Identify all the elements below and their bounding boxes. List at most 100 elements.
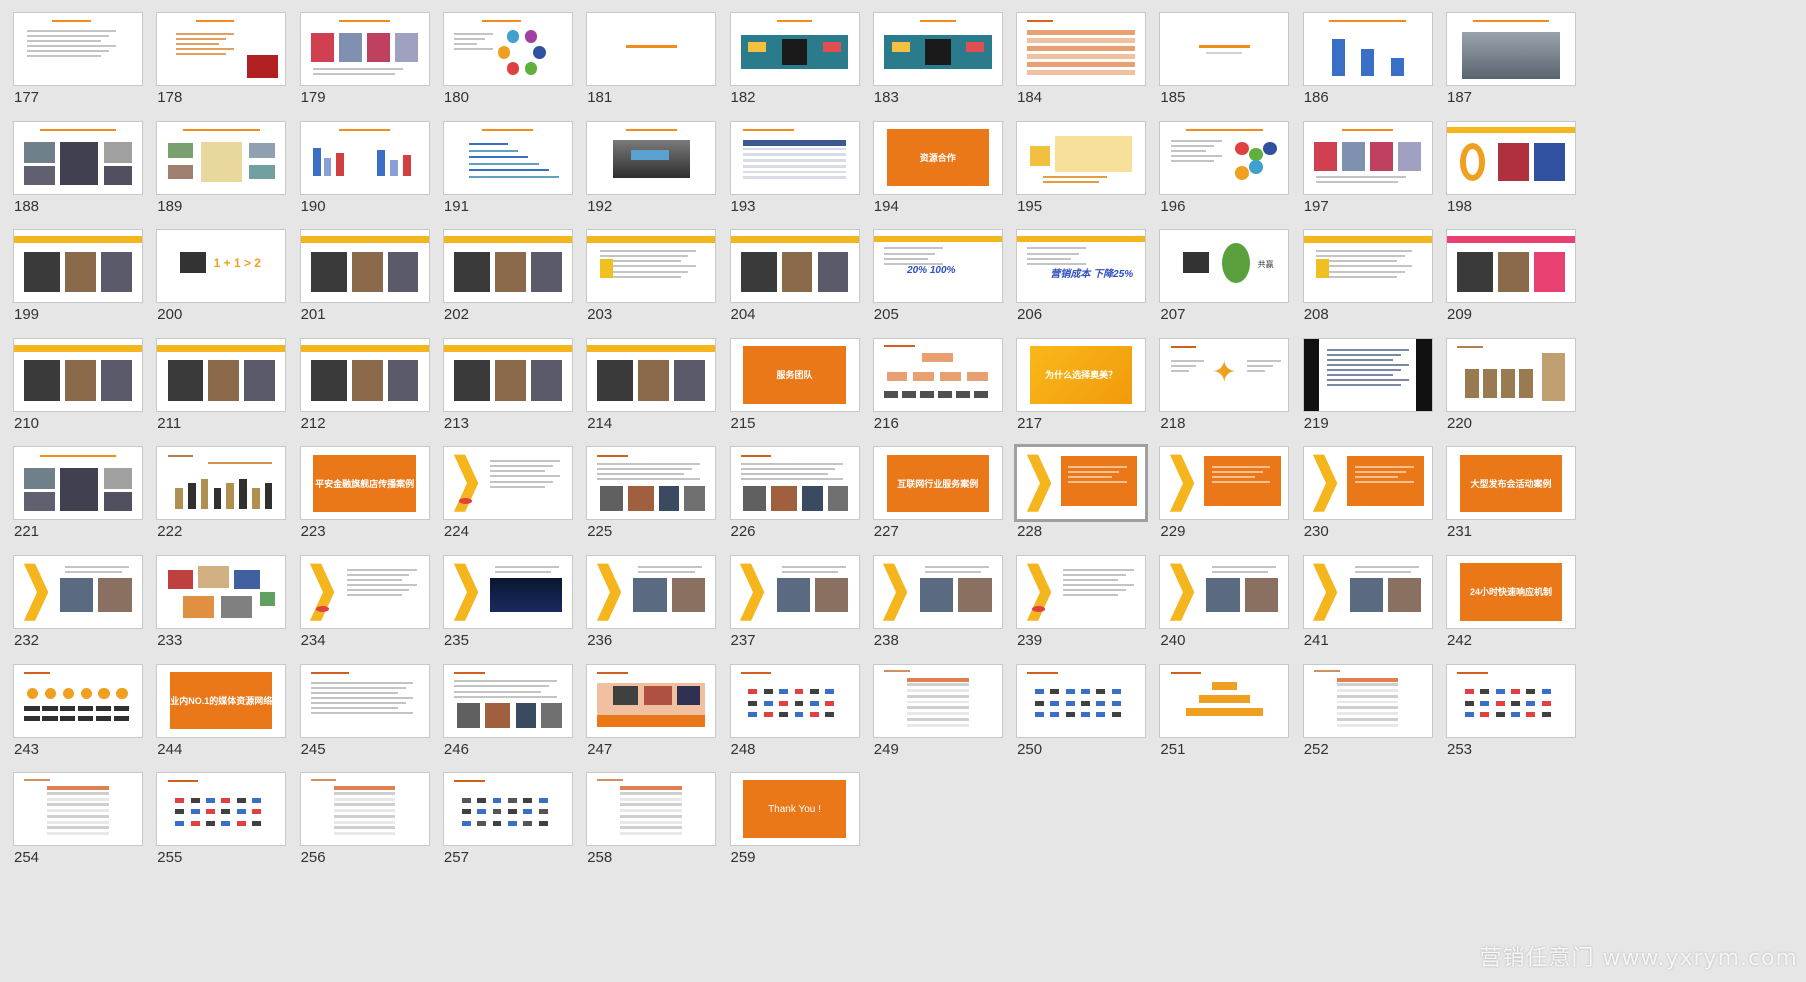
slide-preview[interactable] — [1159, 663, 1290, 738]
slide-thumbnail-243[interactable]: 243 — [13, 663, 143, 764]
slide-thumbnail-222[interactable]: 222 — [156, 446, 287, 546]
slide-thumbnail-215[interactable]: 服务团队 215 — [729, 337, 860, 438]
slide-preview[interactable] — [729, 555, 860, 629]
slide-thumbnail-225[interactable]: 225 — [586, 446, 717, 546]
slide-thumbnail-253[interactable]: 253 — [1446, 663, 1576, 764]
slide-preview[interactable] — [442, 446, 573, 521]
slide-preview[interactable]: 平安金融旗舰店传播案例 — [299, 446, 430, 521]
slide-thumbnail-181[interactable]: 181 — [586, 12, 717, 112]
slide-thumbnail-183[interactable]: 183 — [872, 12, 1003, 112]
slide-preview[interactable] — [1446, 12, 1576, 86]
slide-thumbnail-199[interactable]: 199 — [13, 229, 143, 329]
slide-preview[interactable]: 20% 100% — [872, 229, 1003, 304]
slide-preview[interactable] — [299, 555, 430, 629]
slide-thumbnail-177[interactable]: 177 — [13, 12, 143, 112]
slide-preview[interactable] — [156, 120, 287, 195]
slide-preview[interactable] — [156, 12, 287, 86]
slide-preview[interactable]: ✦ — [1159, 337, 1290, 412]
slide-preview[interactable] — [1016, 120, 1147, 195]
slide-thumbnail-237[interactable]: 237 — [729, 555, 860, 655]
slide-preview[interactable]: 24小时快速响应机制 — [1446, 555, 1576, 629]
slide-preview[interactable] — [1159, 555, 1290, 629]
slide-preview[interactable]: 大型发布会活动案例 — [1446, 446, 1576, 521]
slide-preview[interactable]: 共赢 — [1159, 229, 1290, 304]
slide-thumbnail-180[interactable]: 180 — [442, 12, 573, 112]
slide-thumbnail-228[interactable]: 228 — [1014, 444, 1149, 546]
slide-preview[interactable] — [1159, 12, 1290, 86]
slide-thumbnail-188[interactable]: 188 — [13, 120, 143, 221]
slide-preview[interactable] — [586, 337, 717, 412]
slide-preview[interactable] — [299, 337, 430, 412]
slide-thumbnail-184[interactable]: 184 — [1016, 12, 1147, 112]
slide-thumbnail-233[interactable]: 233 — [156, 555, 287, 655]
slide-preview[interactable] — [1446, 229, 1576, 304]
slide-thumbnail-241[interactable]: 241 — [1302, 555, 1433, 655]
slide-thumbnail-254[interactable]: 254 — [13, 772, 143, 872]
slide-preview[interactable] — [442, 663, 573, 738]
slide-thumbnail-185[interactable]: 185 — [1159, 12, 1290, 112]
slide-thumbnail-192[interactable]: 192 — [586, 120, 717, 221]
slide-preview[interactable] — [442, 772, 573, 847]
slide-thumbnail-250[interactable]: 250 — [1016, 663, 1147, 764]
slide-preview[interactable] — [13, 12, 143, 86]
slide-thumbnail-179[interactable]: 179 — [299, 12, 430, 112]
slide-thumbnail-207[interactable]: 共赢 207 — [1159, 229, 1290, 329]
slide-thumbnail-200[interactable]: 1 + 1 > 2 200 — [156, 229, 287, 329]
slide-thumbnail-198[interactable]: 198 — [1446, 120, 1576, 221]
slide-thumbnail-218[interactable]: ✦ 218 — [1159, 337, 1290, 438]
slide-thumbnail-203[interactable]: 203 — [586, 229, 717, 329]
slide-thumbnail-227[interactable]: 互联网行业服务案例 227 — [872, 446, 1003, 546]
slide-preview[interactable] — [586, 229, 717, 304]
slide-thumbnail-191[interactable]: 191 — [442, 120, 573, 221]
slide-thumbnail-224[interactable]: 224 — [442, 446, 573, 546]
slide-preview[interactable] — [156, 446, 287, 521]
slide-preview[interactable] — [1302, 555, 1433, 629]
slide-thumbnail-213[interactable]: 213 — [442, 337, 573, 438]
slide-preview[interactable] — [872, 555, 1003, 629]
slide-preview[interactable] — [13, 555, 143, 629]
slide-thumbnail-187[interactable]: 187 — [1446, 12, 1576, 112]
slide-preview[interactable] — [729, 12, 860, 86]
slide-preview[interactable] — [442, 337, 573, 412]
slide-thumbnail-197[interactable]: 197 — [1302, 120, 1433, 221]
slide-preview[interactable]: Thank You ! — [729, 772, 860, 847]
slide-preview[interactable] — [1016, 663, 1147, 738]
slide-preview[interactable]: 1 + 1 > 2 — [156, 229, 287, 304]
slide-thumbnail-221[interactable]: 221 — [13, 446, 143, 546]
slide-preview[interactable]: 营销成本 下降25% — [1016, 229, 1147, 304]
slide-preview[interactable] — [1159, 446, 1290, 521]
slide-preview[interactable] — [1302, 12, 1433, 86]
slide-thumbnail-208[interactable]: 208 — [1302, 229, 1433, 329]
slide-thumbnail-178[interactable]: 178 — [156, 12, 287, 112]
slide-thumbnail-190[interactable]: 190 — [299, 120, 430, 221]
slide-preview[interactable] — [13, 772, 143, 847]
slide-preview[interactable] — [586, 555, 717, 629]
slide-thumbnail-235[interactable]: 235 — [442, 555, 573, 655]
slide-preview[interactable]: 业内NO.1的媒体资源网络 — [156, 663, 287, 738]
slide-preview[interactable] — [442, 229, 573, 304]
slide-preview[interactable] — [1302, 229, 1433, 304]
slide-thumbnail-204[interactable]: 204 — [729, 229, 860, 329]
slide-preview[interactable] — [729, 663, 860, 738]
slide-preview[interactable] — [586, 772, 717, 847]
slide-thumbnail-211[interactable]: 211 — [156, 337, 287, 438]
slide-thumbnail-244[interactable]: 业内NO.1的媒体资源网络 244 — [156, 663, 287, 764]
slide-preview[interactable] — [1446, 120, 1576, 195]
slide-thumbnail-246[interactable]: 246 — [442, 663, 573, 764]
slide-thumbnail-216[interactable]: 216 — [872, 337, 1003, 438]
slide-thumbnail-240[interactable]: 240 — [1159, 555, 1290, 655]
slide-thumbnail-236[interactable]: 236 — [586, 555, 717, 655]
slide-thumbnail-206[interactable]: 营销成本 下降25% 206 — [1016, 229, 1147, 329]
slide-thumbnail-252[interactable]: 252 — [1302, 663, 1433, 764]
slide-preview[interactable] — [13, 337, 143, 412]
slide-thumbnail-202[interactable]: 202 — [442, 229, 573, 329]
slide-thumbnail-234[interactable]: 234 — [299, 555, 430, 655]
slide-thumbnail-231[interactable]: 大型发布会活动案例 231 — [1446, 446, 1576, 546]
slide-preview[interactable] — [586, 120, 717, 195]
slide-thumbnail-223[interactable]: 平安金融旗舰店传播案例 223 — [299, 446, 430, 546]
slide-preview[interactable] — [299, 12, 430, 86]
slide-thumbnail-217[interactable]: 为什么选择奥美？ 217 — [1016, 337, 1147, 438]
slide-thumbnail-193[interactable]: 193 — [729, 120, 860, 221]
slide-thumbnail-209[interactable]: 209 — [1446, 229, 1576, 329]
slide-preview[interactable] — [13, 446, 143, 521]
